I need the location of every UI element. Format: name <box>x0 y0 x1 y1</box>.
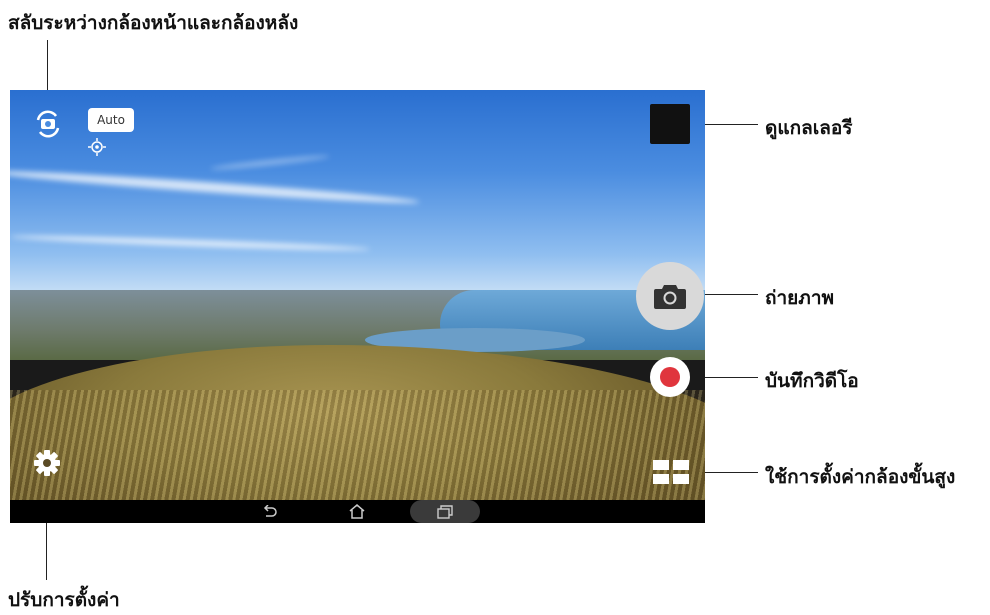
recent-apps-icon[interactable] <box>410 500 480 523</box>
navigation-bar <box>10 500 705 523</box>
viewfinder[interactable]: Auto <box>10 90 705 500</box>
camera-icon <box>654 285 686 309</box>
annotation-settings: ปรับการตั้งค่า <box>8 589 120 611</box>
annotation-record-video: บันทึกวิดีโอ <box>765 370 859 392</box>
record-video-button[interactable] <box>650 357 690 397</box>
annotation-advanced-settings: ใช้การตั้งค่ากล้องขั้นสูง <box>765 466 956 488</box>
capture-button[interactable] <box>636 262 704 330</box>
switch-camera-icon[interactable] <box>32 108 64 140</box>
annotation-capture: ถ่ายภาพ <box>765 287 835 309</box>
home-icon[interactable] <box>345 500 369 523</box>
gallery-thumbnail[interactable] <box>650 104 690 144</box>
back-icon[interactable] <box>258 500 282 523</box>
grass <box>10 390 705 500</box>
gear-icon[interactable] <box>32 448 62 478</box>
annotation-gallery: ดูแกลเลอรี <box>765 117 853 139</box>
camera-screen: Auto <box>10 90 705 523</box>
focus-icon[interactable] <box>88 138 106 156</box>
grid-icon[interactable] <box>653 460 689 484</box>
scene-mode-button[interactable]: Auto <box>88 108 134 132</box>
record-icon <box>660 367 680 387</box>
annotation-switch-camera: สลับระหว่างกล้องหน้าและกล้องหลัง <box>8 12 299 34</box>
